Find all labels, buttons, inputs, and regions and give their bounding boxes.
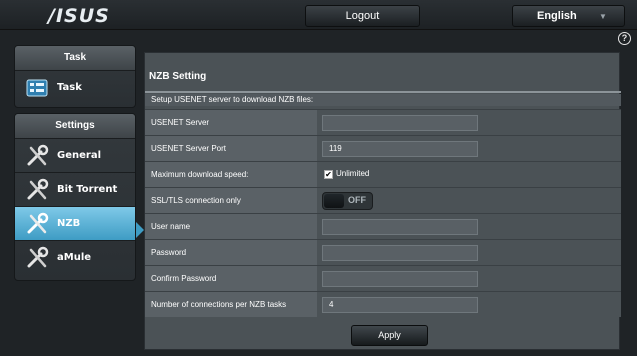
- asus-logo: /ISUS: [48, 5, 110, 27]
- top-bar: /ISUS Logout English ▼: [0, 0, 637, 30]
- triangle-down-icon: ▼: [599, 12, 607, 21]
- field-value-cell: [318, 240, 621, 265]
- logout-button[interactable]: Logout: [305, 5, 420, 27]
- page-title: NZB Setting: [149, 71, 207, 82]
- password-input[interactable]: [322, 245, 478, 261]
- language-select[interactable]: English ▼: [512, 5, 625, 27]
- form-row-password: Password: [145, 239, 621, 265]
- title-divider: [145, 91, 621, 93]
- settings-header: Settings: [15, 114, 135, 138]
- sidebar-item-label: General: [57, 150, 101, 161]
- ssl-toggle[interactable]: OFF: [322, 192, 373, 210]
- usenet-port-input[interactable]: 119: [322, 141, 478, 157]
- form-row-max-speed: Maximum download speed: ✔ Unlimited: [145, 161, 621, 187]
- help-icon[interactable]: ?: [618, 32, 631, 45]
- section-description: Setup USENET server to download NZB file…: [145, 94, 621, 106]
- field-label: Confirm Password: [145, 266, 317, 291]
- sidebar-item-nzb[interactable]: NZB: [15, 206, 135, 240]
- field-value-cell: OFF: [318, 188, 621, 213]
- wrench-screwdriver-icon: [27, 212, 49, 234]
- language-value: English: [537, 10, 577, 22]
- sidebar-item-label: aMule: [57, 252, 92, 263]
- sub-bar: [0, 31, 637, 45]
- sidebar-item-label: Bit Torrent: [57, 184, 118, 195]
- field-value-cell: 4: [318, 292, 621, 317]
- nzb-settings-panel: NZB Setting Setup USENET server to downl…: [144, 52, 621, 350]
- wrench-screwdriver-icon: [27, 144, 49, 166]
- task-list-icon: [26, 79, 48, 97]
- field-label: SSL/TLS connection only: [145, 188, 317, 213]
- field-label: Number of connections per NZB tasks: [145, 292, 317, 317]
- wrench-screwdriver-icon: [27, 246, 49, 268]
- field-label: User name: [145, 214, 317, 239]
- field-value-cell: [318, 110, 621, 135]
- sidebar-item-bit-torrent[interactable]: Bit Torrent: [15, 172, 135, 206]
- form-row-confirm-password: Confirm Password: [145, 265, 621, 291]
- username-input[interactable]: [322, 219, 478, 235]
- checkbox-label: Unlimited: [336, 169, 370, 178]
- form-row-username: User name: [145, 213, 621, 239]
- field-value-cell: ✔ Unlimited: [318, 162, 621, 187]
- task-panel: Task Task: [14, 45, 136, 108]
- active-item-pointer: [136, 222, 144, 238]
- form-row-usenet-server: USENET Server: [145, 109, 621, 135]
- sidebar-item-label: NZB: [57, 218, 81, 229]
- connections-input[interactable]: 4: [322, 297, 478, 313]
- usenet-server-input[interactable]: [322, 115, 478, 131]
- toggle-knob: [324, 194, 344, 208]
- confirm-password-input[interactable]: [322, 271, 478, 287]
- task-header: Task: [15, 46, 135, 70]
- apply-button[interactable]: Apply: [351, 325, 428, 346]
- field-value-cell: [318, 214, 621, 239]
- sidebar-item-task[interactable]: Task: [15, 70, 135, 104]
- field-label: USENET Server Port: [145, 136, 317, 161]
- field-label: Maximum download speed:: [145, 162, 317, 187]
- sidebar-item-general[interactable]: General: [15, 138, 135, 172]
- sidebar-item-label: Task: [57, 82, 82, 93]
- field-label: USENET Server: [145, 110, 317, 135]
- form-row-connections: Number of connections per NZB tasks 4: [145, 291, 621, 317]
- field-value-cell: [318, 266, 621, 291]
- toggle-state: OFF: [348, 195, 366, 205]
- settings-panel: Settings General Bit Torrent NZB aMule: [14, 113, 136, 281]
- wrench-screwdriver-icon: [27, 178, 49, 200]
- form-row-usenet-port: USENET Server Port 119: [145, 135, 621, 161]
- form-row-ssl-only: SSL/TLS connection only OFF: [145, 187, 621, 213]
- field-label: Password: [145, 240, 317, 265]
- unlimited-checkbox[interactable]: ✔: [324, 170, 333, 179]
- sidebar-item-amule[interactable]: aMule: [15, 240, 135, 274]
- field-value-cell: 119: [318, 136, 621, 161]
